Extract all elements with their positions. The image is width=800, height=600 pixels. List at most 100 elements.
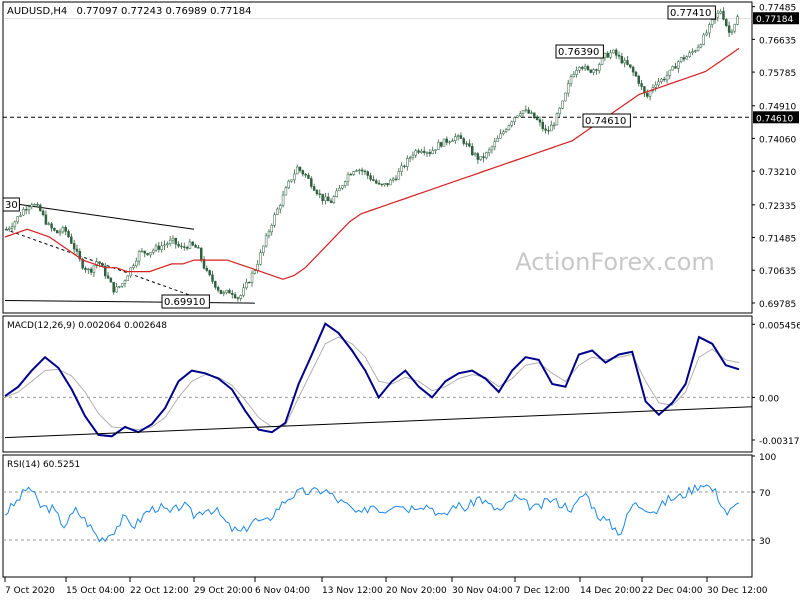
candle-body: [301, 170, 305, 175]
candle-body: [451, 140, 454, 143]
macd-panel: [2, 315, 753, 453]
candle-body: [521, 110, 525, 114]
price-tick-label: 0.73210: [759, 168, 796, 178]
candle-body: [293, 173, 296, 181]
candle-body: [380, 183, 384, 186]
price-trendline: [4, 299, 256, 304]
candle-body: [216, 287, 220, 291]
candle-body: [592, 69, 595, 73]
candle-body: [411, 154, 415, 158]
candle-body: [166, 243, 169, 246]
candle-body: [61, 227, 65, 233]
current-price-label: 0.77184: [756, 15, 793, 25]
candle-body: [245, 281, 248, 289]
candle-body: [705, 32, 708, 36]
candle-body: [648, 90, 652, 97]
candle-body: [174, 237, 178, 245]
x-tick-label: 15 Oct 04:00: [66, 586, 125, 596]
candle-body: [696, 46, 700, 52]
candle-body: [259, 252, 262, 265]
candle-body: [377, 182, 381, 185]
candle-body: [64, 227, 67, 232]
candle-body: [575, 70, 578, 75]
candle-body: [137, 251, 141, 262]
candle-body: [310, 178, 313, 187]
x-tick-label: 7 Oct 2020: [5, 586, 55, 596]
candle-body: [533, 112, 536, 119]
candle-body: [205, 267, 209, 271]
candle-body: [352, 171, 355, 175]
candle-body: [374, 180, 378, 184]
price-tick-label: 0.70635: [759, 267, 796, 277]
candle-body: [541, 121, 545, 130]
price-tick-label: 0.69785: [759, 300, 796, 310]
candle-body: [222, 292, 226, 294]
candle-body: [199, 247, 203, 260]
candle-body: [312, 186, 316, 191]
candle-body: [177, 243, 180, 247]
candle-body: [250, 272, 254, 283]
price-tick-label: 0.74910: [759, 103, 796, 113]
candle-body: [442, 138, 446, 147]
chart-header: AUDUSD,H4 0.77097 0.77243 0.76989 0.7718…: [7, 6, 251, 17]
candle-body: [620, 55, 624, 64]
candle-body: [242, 287, 245, 296]
candle-body: [180, 245, 183, 248]
candle-body: [629, 64, 632, 68]
candle-body: [366, 171, 370, 176]
price-tick-label: 0.76635: [759, 36, 796, 46]
x-tick-label: 14 Dec 20:00: [580, 586, 641, 596]
candle-body: [654, 84, 657, 88]
candle-body: [606, 52, 609, 58]
candle-body: [383, 183, 386, 186]
candle-body: [228, 290, 231, 294]
candle-body: [50, 223, 53, 229]
level-annotation-label: 0.74610: [585, 116, 626, 127]
candle-body: [428, 152, 432, 155]
candle-body: [267, 231, 271, 237]
x-tick-label: 30 Dec 12:00: [707, 586, 768, 596]
candle-body: [233, 294, 237, 298]
candle-body: [397, 171, 401, 180]
candle-body: [239, 295, 242, 299]
rsi-tick-label: 30: [759, 537, 771, 547]
candle-body: [391, 178, 395, 181]
candle-body: [445, 138, 449, 143]
candle-body: [527, 109, 530, 114]
candle-body: [70, 236, 73, 244]
candle-body: [5, 229, 8, 231]
candle-body: [270, 225, 274, 233]
candle-body: [454, 136, 457, 141]
candle-body: [439, 142, 443, 147]
candle-body: [733, 24, 737, 32]
candle-body: [462, 138, 465, 144]
candle-body: [408, 157, 412, 159]
candle-body: [716, 12, 720, 18]
candle-body: [394, 178, 398, 180]
candle-body: [516, 115, 519, 118]
x-tick-label: 29 Oct 20:00: [194, 586, 253, 596]
candle-body: [58, 231, 62, 234]
candle-body: [118, 286, 121, 288]
candle-body: [558, 108, 561, 114]
candle-body: [329, 200, 333, 203]
candle-body: [564, 92, 567, 102]
candle-body: [685, 56, 689, 60]
watermark: ActionForex.com: [515, 248, 715, 276]
macd-tick-label: 0.00: [759, 394, 779, 404]
candle-body: [459, 135, 463, 139]
candle-body: [39, 204, 42, 212]
candle-body: [671, 66, 674, 71]
rsi-panel: [2, 454, 753, 578]
candle-body: [101, 263, 104, 267]
rsi-title: RSI(14) 60.5251: [7, 460, 80, 470]
candle-body: [668, 69, 672, 76]
candle-body: [231, 292, 234, 295]
candle-body: [304, 173, 307, 176]
candle-body: [151, 249, 155, 253]
candle-body: [273, 214, 276, 226]
macd-title: MACD(12,26,9) 0.002064 0.002648: [7, 321, 167, 331]
candle-body: [163, 244, 166, 247]
candle-body: [346, 174, 350, 182]
candle-body: [730, 30, 734, 33]
